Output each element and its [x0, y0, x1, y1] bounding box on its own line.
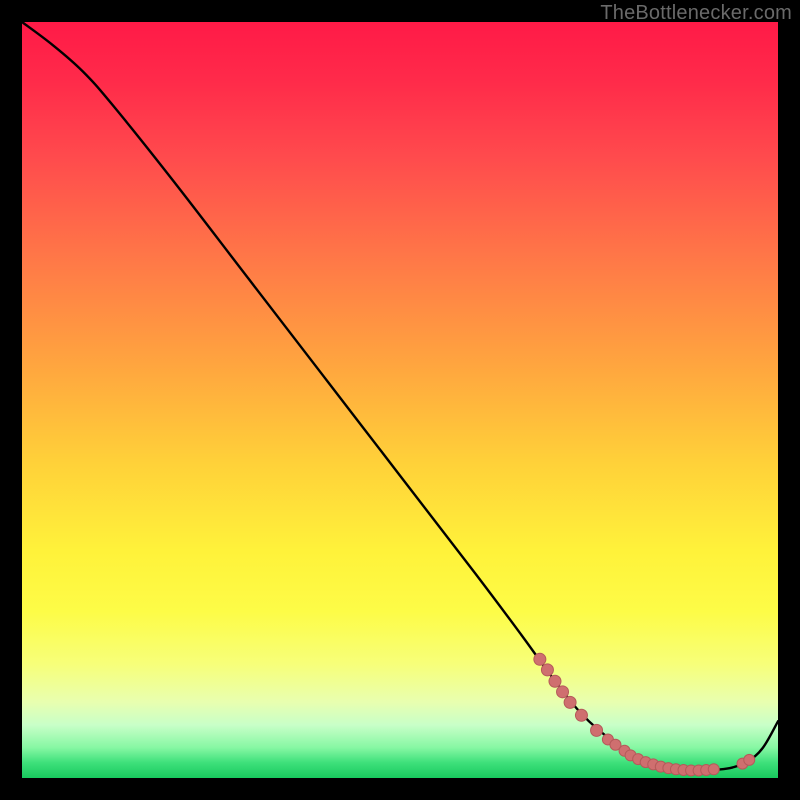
data-marker [557, 686, 569, 698]
data-marker [708, 764, 719, 775]
bottleneck-curve [22, 22, 778, 771]
data-marker [575, 709, 587, 721]
chart-svg [22, 22, 778, 778]
data-marker [744, 754, 755, 765]
data-marker [541, 664, 553, 676]
data-marker [549, 675, 561, 687]
chart-stage: TheBottlenecker.com [0, 0, 800, 800]
plot-area [22, 22, 778, 778]
data-marker [564, 696, 576, 708]
data-marker [534, 653, 546, 665]
watermark-text: TheBottlenecker.com [600, 2, 792, 25]
data-marker [591, 724, 603, 736]
marker-group [534, 653, 755, 776]
